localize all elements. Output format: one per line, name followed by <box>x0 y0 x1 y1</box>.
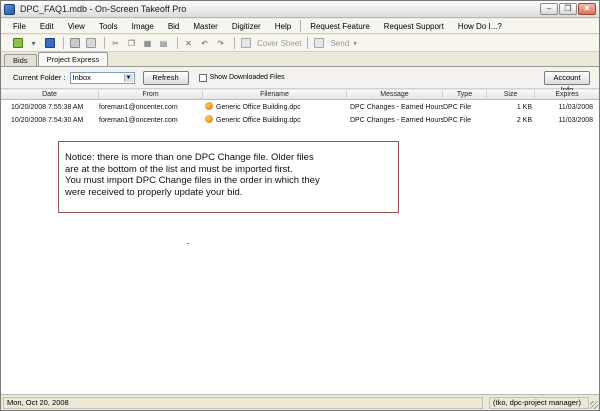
toolbar: ▾ ✂ ❐ ▦ ▤ ✕ ↶ ↷ Cover Sheet Send ▾ <box>1 35 599 52</box>
menu-master[interactable]: Master <box>186 22 224 31</box>
cell-expires: 11/03/2008 <box>558 104 593 111</box>
show-downloaded-toggle[interactable]: Show Downloaded Files <box>198 73 285 82</box>
toolbar-divider <box>177 37 178 49</box>
cell-filename: Generic Office Building.dpc <box>216 104 301 111</box>
toolbar-divider <box>307 37 309 49</box>
column-header-expires[interactable]: Expires <box>535 90 599 100</box>
cell-from: foreman1@oncenter.com <box>99 104 178 111</box>
cell-type: DPC File <box>443 104 472 111</box>
menu-edit[interactable]: Edit <box>33 22 61 31</box>
status-user: (tko, dpc-project manager) <box>489 397 589 409</box>
cover-sheet-button[interactable]: Cover Sheet <box>255 39 303 48</box>
file-list: Date From Filename Message Type Size Exp… <box>1 90 599 394</box>
menu-view[interactable]: View <box>61 22 92 31</box>
dpc-file-icon <box>205 115 213 127</box>
save-icon[interactable] <box>43 37 56 50</box>
column-header-from[interactable]: From <box>99 90 203 100</box>
toolbar-divider <box>104 37 105 49</box>
copy-icon[interactable]: ❐ <box>125 37 138 50</box>
folder-dropdown-value: Inbox <box>72 72 91 82</box>
minimize-button[interactable]: – <box>540 3 558 15</box>
menu-image[interactable]: Image <box>125 22 161 31</box>
window-title: DPC_FAQ1.mdb - On-Screen Takeoff Pro <box>20 4 187 14</box>
redo-icon[interactable]: ↷ <box>214 37 227 50</box>
toolbar-divider <box>63 37 64 49</box>
chevron-down-icon[interactable]: ▼ <box>123 73 133 82</box>
format-icon[interactable]: ▤ <box>157 37 170 50</box>
filter-bar: Current Folder : Inbox ▼ Refresh Show Do… <box>1 67 599 94</box>
cut-icon[interactable]: ✂ <box>109 37 122 50</box>
dpc-file-icon <box>205 102 213 114</box>
folder-dropdown[interactable]: Inbox ▼ <box>69 71 135 84</box>
print-icon[interactable] <box>68 37 81 50</box>
toolbar-divider <box>234 37 235 49</box>
cell-size: 2 KB <box>516 117 532 124</box>
status-bar: Mon, Oct 20, 2008 (tko, dpc-project mana… <box>1 394 599 410</box>
send-icon[interactable] <box>312 37 325 50</box>
paste-icon[interactable]: ▦ <box>141 37 154 50</box>
close-button[interactable]: ✕ <box>578 3 596 15</box>
dropdown-arrow-icon[interactable]: ▾ <box>27 37 40 50</box>
column-header-size[interactable]: Size <box>487 90 535 100</box>
show-downloaded-checkbox[interactable] <box>198 73 207 82</box>
current-folder-label: Current Folder : <box>13 73 66 82</box>
menu-request-support[interactable]: Request Support <box>377 22 451 31</box>
print-preview-icon[interactable] <box>84 37 97 50</box>
new-icon[interactable] <box>11 37 24 50</box>
cell-message: DPC Changes - Earned Hours (3) <box>350 104 443 111</box>
notice-callout: Notice: there is more than one DPC Chang… <box>58 141 399 213</box>
menu-tools[interactable]: Tools <box>92 22 125 31</box>
tab-project-express[interactable]: Project Express <box>37 52 109 66</box>
delete-icon[interactable]: ✕ <box>182 37 195 50</box>
menu-bid[interactable]: Bid <box>161 22 187 31</box>
show-downloaded-label: Show Downloaded Files <box>209 74 285 81</box>
menu-help[interactable]: Help <box>268 22 298 31</box>
menu-bar: File Edit View Tools Image Bid Master Di… <box>1 19 599 34</box>
window-controls: – ❐ ✕ <box>540 3 596 15</box>
column-header-date[interactable]: Date <box>1 90 99 100</box>
table-row[interactable]: 10/20/2008 7:54:30 AM foreman1@oncenter.… <box>1 115 599 127</box>
restore-button[interactable]: ❐ <box>559 3 577 15</box>
notice-line: are at the bottom of the list and must b… <box>65 163 293 175</box>
menu-how-do-i[interactable]: How Do I...? <box>451 22 509 31</box>
app-icon <box>4 3 15 15</box>
cell-type: DPC File <box>443 117 472 124</box>
resize-grip-icon[interactable] <box>590 401 598 409</box>
cell-message: DPC Changes - Earned Hours (v) <box>350 117 443 124</box>
column-header-filename[interactable]: Filename <box>203 90 347 100</box>
table-header: Date From Filename Message Type Size Exp… <box>1 90 599 100</box>
stray-mark <box>187 243 189 244</box>
cell-from: foreman1@oncenter.com <box>99 117 178 124</box>
table-row[interactable]: 10/20/2008 7:55:38 AM foreman1@oncenter.… <box>1 102 599 114</box>
notice-line: Notice: there is more than one DPC Chang… <box>65 152 314 163</box>
cover-sheet-icon[interactable] <box>239 37 252 50</box>
refresh-button[interactable]: Refresh <box>142 70 189 85</box>
tab-strip: Bids Project Express <box>1 52 599 67</box>
send-button[interactable]: Send <box>328 39 351 48</box>
status-date: Mon, Oct 20, 2008 <box>3 397 483 409</box>
undo-icon[interactable]: ↶ <box>198 37 211 50</box>
cell-expires: 11/03/2008 <box>558 117 593 124</box>
title-bar: DPC_FAQ1.mdb - On-Screen Takeoff Pro – ❐… <box>1 1 599 18</box>
notice-line: were received to properly update your bi… <box>65 186 243 198</box>
tab-bids[interactable]: Bids <box>4 54 37 66</box>
menu-divider <box>300 20 302 32</box>
column-header-type[interactable]: Type <box>443 90 487 100</box>
cell-date: 10/20/2008 7:55:38 AM <box>11 104 84 111</box>
menu-file[interactable]: File <box>1 22 33 31</box>
notice-line: You must import DPC Change files in the … <box>65 175 320 186</box>
cell-date: 10/20/2008 7:54:30 AM <box>11 117 84 124</box>
cell-filename: Generic Office Building.dpc <box>216 117 301 124</box>
send-dropdown-icon[interactable]: ▾ <box>351 39 359 48</box>
app-window: DPC_FAQ1.mdb - On-Screen Takeoff Pro – ❐… <box>0 0 600 411</box>
account-info-button[interactable]: Account Info <box>544 71 590 94</box>
cell-size: 1 KB <box>516 104 532 111</box>
column-header-message[interactable]: Message <box>347 90 443 100</box>
menu-digitizer[interactable]: Digitizer <box>225 22 268 31</box>
menu-request-feature[interactable]: Request Feature <box>303 22 377 31</box>
